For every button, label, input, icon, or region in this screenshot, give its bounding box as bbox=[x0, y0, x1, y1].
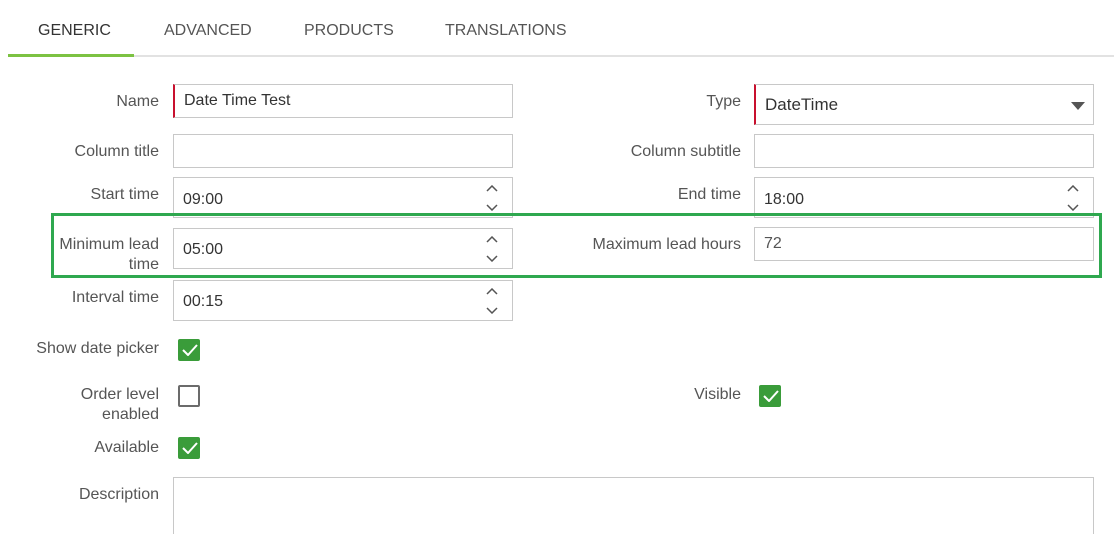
interval-time-label: Interval time bbox=[71, 289, 159, 306]
max-lead-hours-value: 72 bbox=[764, 235, 782, 252]
checkmark-icon bbox=[182, 344, 198, 356]
name-value: Date Time Test bbox=[184, 92, 291, 109]
min-lead-time-label: Minimum lead time bbox=[59, 235, 159, 275]
column-title-input[interactable] bbox=[173, 134, 513, 168]
name-label: Name bbox=[116, 93, 159, 110]
interval-time-spinner[interactable] bbox=[486, 287, 498, 314]
tab-bar-divider bbox=[8, 55, 1114, 57]
max-lead-hours-label: Maximum lead hours bbox=[592, 236, 742, 253]
order-level-enabled-label-line2: enabled bbox=[102, 406, 159, 423]
min-lead-time-input[interactable]: 05:00 bbox=[173, 228, 513, 269]
type-value: DateTime bbox=[765, 94, 839, 114]
visible-label: Visible bbox=[694, 386, 741, 403]
spinner-down-icon[interactable] bbox=[486, 306, 498, 314]
available-label: Available bbox=[94, 439, 159, 456]
start-time-input[interactable]: 09:00 bbox=[173, 177, 513, 218]
visible-checkbox[interactable] bbox=[759, 385, 781, 407]
max-lead-hours-input[interactable]: 72 bbox=[754, 227, 1094, 261]
checkmark-icon bbox=[182, 442, 198, 454]
description-textarea[interactable] bbox=[173, 477, 1094, 534]
end-time-spinner[interactable] bbox=[1067, 184, 1079, 211]
spinner-down-icon[interactable] bbox=[486, 254, 498, 262]
checkmark-icon bbox=[763, 390, 779, 402]
interval-time-value: 00:15 bbox=[183, 292, 224, 310]
spinner-up-icon[interactable] bbox=[486, 184, 498, 192]
name-input[interactable]: Date Time Test bbox=[173, 84, 513, 118]
end-time-label: End time bbox=[677, 186, 741, 203]
start-time-value: 09:00 bbox=[183, 190, 224, 208]
order-level-enabled-label: Order level enabled bbox=[81, 385, 159, 425]
dropdown-caret-icon bbox=[1071, 95, 1085, 115]
type-select[interactable]: DateTime bbox=[754, 84, 1094, 125]
end-time-value: 18:00 bbox=[764, 190, 805, 208]
spinner-up-icon[interactable] bbox=[486, 235, 498, 243]
tab-bar: GENERIC ADVANCED PRODUCTS TRANSLATIONS bbox=[0, 0, 1114, 58]
start-time-label: Start time bbox=[90, 186, 159, 203]
interval-time-input[interactable]: 00:15 bbox=[173, 280, 513, 321]
show-date-picker-checkbox[interactable] bbox=[178, 339, 200, 361]
show-date-picker-label: Show date picker bbox=[36, 340, 159, 357]
order-level-enabled-label-line1: Order level bbox=[80, 386, 159, 403]
column-title-label: Column title bbox=[74, 143, 159, 160]
spinner-down-icon[interactable] bbox=[1067, 203, 1079, 211]
tab-products[interactable]: PRODUCTS bbox=[304, 22, 394, 40]
tab-generic[interactable]: GENERIC bbox=[38, 22, 111, 40]
tab-translations[interactable]: TRANSLATIONS bbox=[445, 22, 567, 40]
spinner-down-icon[interactable] bbox=[486, 203, 498, 211]
min-lead-time-label-line1: Minimum lead bbox=[59, 236, 159, 253]
description-label: Description bbox=[78, 486, 159, 503]
min-lead-time-value: 05:00 bbox=[183, 240, 224, 258]
column-subtitle-input[interactable] bbox=[754, 134, 1094, 168]
tab-advanced[interactable]: ADVANCED bbox=[164, 22, 252, 40]
active-tab-indicator bbox=[8, 54, 134, 57]
min-lead-time-label-line2: time bbox=[128, 256, 159, 273]
spinner-up-icon[interactable] bbox=[486, 287, 498, 295]
available-checkbox[interactable] bbox=[178, 437, 200, 459]
min-lead-time-spinner[interactable] bbox=[486, 235, 498, 262]
end-time-input[interactable]: 18:00 bbox=[754, 177, 1094, 218]
order-level-enabled-checkbox[interactable] bbox=[178, 385, 200, 407]
start-time-spinner[interactable] bbox=[486, 184, 498, 211]
spinner-up-icon[interactable] bbox=[1067, 184, 1079, 192]
column-subtitle-label: Column subtitle bbox=[630, 143, 741, 160]
type-label: Type bbox=[706, 93, 741, 110]
